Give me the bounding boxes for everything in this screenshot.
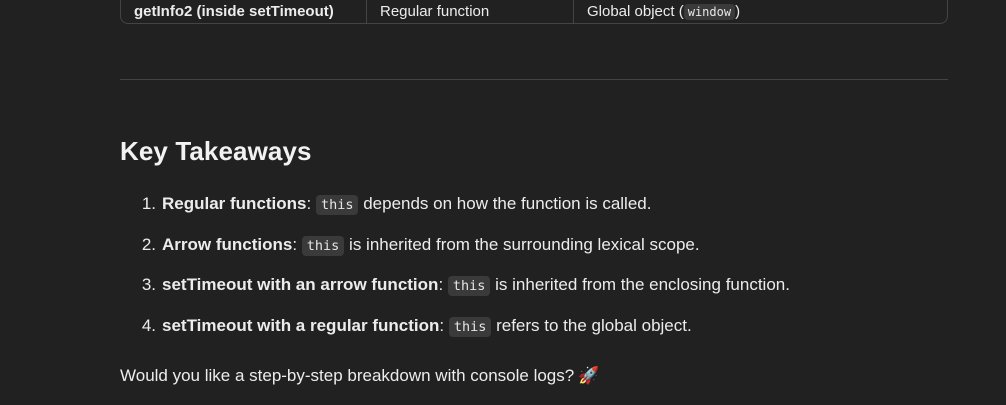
table-cell-text: Global object (window) — [587, 3, 740, 20]
table-cell-function: getInfo2 (inside setTimeout) — [121, 0, 367, 23]
list-item-text: Arrow functions: this is inherited from … — [162, 234, 700, 256]
list-number: 4. — [141, 315, 156, 335]
inline-code: window — [683, 4, 736, 20]
list-number: 2. — [141, 234, 156, 254]
section-heading: Key Takeaways — [120, 136, 312, 166]
inline-code: this — [448, 316, 492, 337]
cell-prefix: Global object ( — [587, 3, 684, 20]
table-cell-type: Regular function — [367, 0, 574, 23]
list-number: 3. — [141, 275, 156, 294]
closing-question: Would you like a step-by-step breakdown … — [120, 366, 599, 386]
list-item: 4. setTimeout with a regular function: t… — [120, 308, 790, 344]
chat-message: getInfo2 (inside setTimeout) Regular fun… — [0, 0, 1006, 405]
item-term: setTimeout with a regular function — [162, 315, 440, 335]
takeaways-list: 1. Regular functions: this depends on ho… — [120, 186, 790, 348]
list-item: 3. setTimeout with an arrow function: th… — [120, 267, 790, 303]
item-description: is inherited from the enclosing function… — [490, 275, 790, 294]
list-item: 2. Arrow functions: this is inherited fr… — [120, 227, 790, 263]
inline-code: this — [315, 195, 359, 215]
item-description: refers to the global object. — [491, 315, 692, 335]
list-item-text: Regular functions: this depends on how t… — [162, 194, 652, 215]
table-cell-text: getInfo2 (inside setTimeout) — [134, 3, 334, 20]
comparison-table: getInfo2 (inside setTimeout) Regular fun… — [120, 0, 948, 24]
cell-suffix: ) — [735, 3, 741, 20]
rocket-icon: 🚀 — [578, 366, 600, 386]
inline-code: this — [301, 235, 345, 256]
horizontal-divider — [120, 79, 948, 80]
item-term: Arrow functions — [162, 234, 293, 254]
list-item-text: setTimeout with a regular function: this… — [162, 315, 692, 337]
inline-code: this — [447, 276, 491, 296]
table-cell-this-value: Global object (window) — [574, 0, 947, 23]
table-cell-text: Regular function — [380, 3, 490, 20]
list-item: 1. Regular functions: this depends on ho… — [120, 186, 790, 222]
item-description: is inherited from the surrounding lexica… — [344, 234, 700, 254]
item-description: depends on how the function is called. — [358, 194, 652, 213]
item-term: setTimeout with an arrow function — [162, 275, 439, 294]
list-number: 1. — [141, 194, 156, 213]
closing-text: Would you like a step-by-step breakdown … — [120, 366, 575, 385]
list-item-text: setTimeout with an arrow function: this … — [162, 275, 790, 296]
item-term: Regular functions — [162, 194, 307, 213]
